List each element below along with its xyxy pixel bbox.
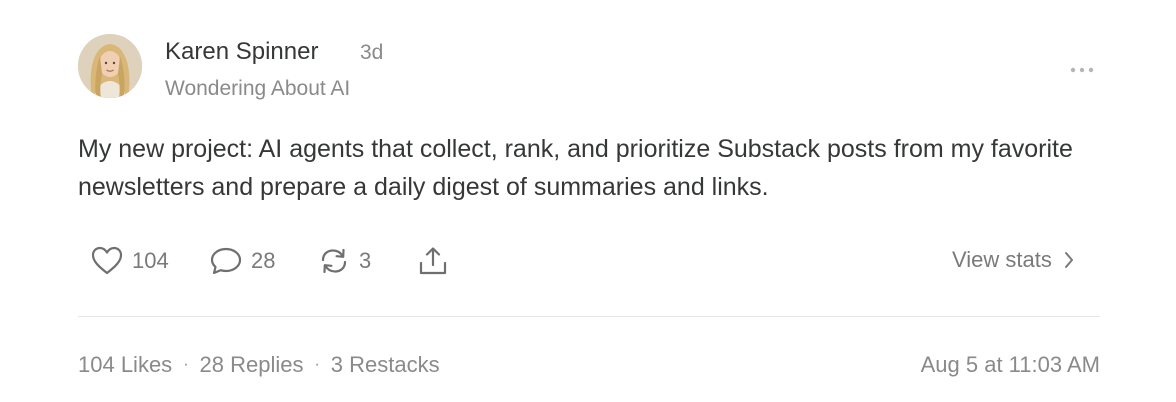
avatar[interactable]: [78, 34, 142, 98]
divider: [78, 316, 1100, 317]
share-button[interactable]: [416, 240, 450, 282]
restack-button[interactable]: 3: [317, 240, 371, 282]
restack-icon: [321, 248, 347, 274]
restack-count: 3: [359, 248, 372, 273]
more-options-button[interactable]: [1066, 58, 1098, 82]
post-timestamp: Aug 5 at 11:03 AM: [920, 352, 1100, 377]
comment-icon: [210, 247, 242, 275]
reply-count: 28: [251, 248, 276, 273]
separator: ·: [183, 356, 189, 373]
reply-button[interactable]: 28: [209, 240, 275, 282]
heart-icon: [91, 246, 123, 275]
note-post: Karen Spinner 3d Wondering About AI My n…: [0, 0, 1176, 402]
view-stats-label: View stats: [952, 247, 1052, 272]
author-name[interactable]: Karen Spinner: [165, 38, 318, 66]
footer-stats: 104 Likes · 28 Replies · 3 Restacks: [78, 352, 440, 378]
ellipsis-icon: [1070, 67, 1094, 73]
restacks-summary[interactable]: 3 Restacks: [331, 352, 440, 378]
like-count: 104: [132, 248, 169, 273]
like-button[interactable]: 104: [90, 240, 169, 282]
view-stats-link[interactable]: View stats: [952, 247, 1074, 273]
replies-summary[interactable]: 28 Replies: [200, 352, 304, 378]
avatar-image: [78, 34, 142, 98]
post-text: My new project: AI agents that collect, …: [78, 135, 1073, 201]
separator: ·: [314, 356, 320, 373]
chevron-right-icon: [1064, 251, 1074, 269]
share-icon: [419, 247, 447, 275]
post-age[interactable]: 3d: [360, 41, 383, 65]
publication-name[interactable]: Wondering About AI: [165, 77, 350, 101]
post-body: My new project: AI agents that collect, …: [78, 130, 1118, 206]
likes-summary[interactable]: 104 Likes: [78, 352, 172, 378]
